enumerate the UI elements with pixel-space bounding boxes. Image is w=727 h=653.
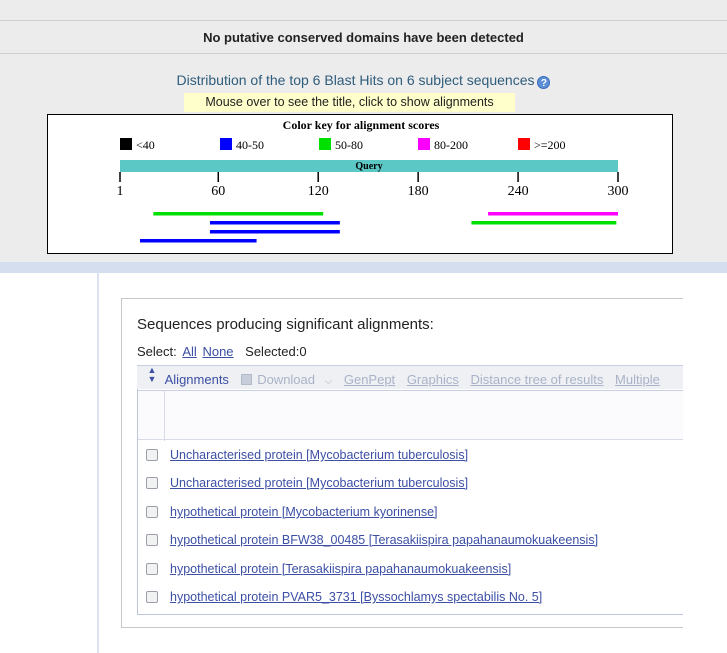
row-checkbox[interactable] bbox=[146, 591, 158, 603]
hit-segment bbox=[488, 212, 618, 216]
select-row: Select: All None Selected:0 bbox=[137, 344, 307, 359]
axis-tick-label: 60 bbox=[211, 184, 225, 199]
row-description-link[interactable]: hypothetical protein [Mycobacterium kyor… bbox=[170, 501, 438, 523]
divider bbox=[0, 20, 727, 21]
hit-segment bbox=[139, 239, 257, 243]
hit-segment bbox=[209, 230, 340, 234]
divider bbox=[0, 53, 727, 54]
cdd-message: No putative conserved domains have been … bbox=[203, 30, 524, 45]
color-key-swatch bbox=[319, 138, 331, 150]
query-label: Query bbox=[355, 161, 382, 172]
table-row: hypothetical protein [Mycobacterium kyor… bbox=[138, 501, 698, 523]
row-description-link[interactable]: hypothetical protein [Terasakiispira pap… bbox=[170, 558, 511, 580]
distribution-title-text: Distribution of the top 6 Blast Hits on … bbox=[176, 72, 535, 88]
viewport-edge bbox=[683, 273, 727, 653]
color-key-label: 50-80 bbox=[335, 138, 363, 152]
descriptions-title: Sequences producing significant alignmen… bbox=[137, 316, 434, 333]
mouse-over-hint: Mouse over to see the title, click to sh… bbox=[184, 93, 515, 112]
selected-count: Selected:0 bbox=[245, 344, 307, 359]
download-button[interactable]: Download bbox=[257, 368, 315, 389]
help-icon[interactable]: ? bbox=[537, 76, 551, 89]
graphics-link[interactable]: Graphics bbox=[407, 368, 459, 389]
axis-tick-label: 120 bbox=[308, 184, 329, 199]
row-checkbox[interactable] bbox=[146, 534, 158, 546]
color-key-label: 40-50 bbox=[236, 138, 264, 152]
descriptions-table: Uncharacterised protein [Mycobacterium t… bbox=[137, 389, 698, 615]
side-border bbox=[97, 273, 99, 653]
hit-segment bbox=[153, 212, 324, 216]
select-label: Select: bbox=[137, 344, 177, 359]
row-checkbox[interactable] bbox=[146, 563, 158, 575]
color-key-swatch bbox=[220, 138, 232, 150]
section-divider-band bbox=[0, 262, 727, 273]
table-header bbox=[138, 390, 698, 441]
color-key-swatch bbox=[418, 138, 430, 150]
hit-segment bbox=[209, 221, 340, 225]
table-row: Uncharacterised protein [Mycobacterium t… bbox=[138, 444, 698, 466]
row-description-link[interactable]: Uncharacterised protein [Mycobacterium t… bbox=[170, 472, 468, 494]
color-key-label: <40 bbox=[136, 138, 155, 152]
header-divider bbox=[164, 391, 165, 441]
distribution-title: Distribution of the top 6 Blast Hits on … bbox=[0, 72, 727, 89]
hit-distribution-graphic[interactable]: Color key for alignment scores <40 40-50 50… bbox=[47, 114, 673, 254]
row-description-link[interactable]: hypothetical protein PVAR5_3731 [Byssoch… bbox=[170, 586, 542, 608]
hit-distribution-svg[interactable]: Color key for alignment scores <40 40-50 50… bbox=[48, 115, 674, 255]
row-description-link[interactable]: Uncharacterised protein [Mycobacterium t… bbox=[170, 444, 468, 466]
color-key-title: Color key for alignment scores bbox=[283, 118, 440, 132]
color-key-swatch bbox=[120, 138, 132, 150]
hit-segment bbox=[471, 221, 617, 225]
row-checkbox[interactable] bbox=[146, 506, 158, 518]
select-all-link[interactable]: All bbox=[182, 344, 196, 359]
color-key-label: >=200 bbox=[534, 138, 566, 152]
download-icon bbox=[240, 374, 252, 385]
table-row: hypothetical protein [Terasakiispira pap… bbox=[138, 558, 698, 580]
genpept-link[interactable]: GenPept bbox=[344, 368, 395, 389]
axis-tick-label: 240 bbox=[508, 184, 529, 199]
table-row: hypothetical protein PVAR5_3731 [Byssoch… bbox=[138, 586, 698, 608]
table-row: Uncharacterised protein [Mycobacterium t… bbox=[138, 472, 698, 494]
axis-tick-label: 300 bbox=[608, 184, 629, 199]
sort-icon[interactable]: ▲ ▼ bbox=[145, 366, 159, 384]
row-checkbox[interactable] bbox=[146, 477, 158, 489]
table-row: hypothetical protein BFW38_00485 [Terasa… bbox=[138, 529, 698, 551]
row-checkbox[interactable] bbox=[146, 449, 158, 461]
select-none-link[interactable]: None bbox=[202, 344, 233, 359]
color-key-swatch bbox=[518, 138, 530, 150]
color-key-label: 80-200 bbox=[434, 138, 468, 152]
distance-tree-link[interactable]: Distance tree of results bbox=[470, 368, 603, 389]
row-description-link[interactable]: hypothetical protein BFW38_00485 [Terasa… bbox=[170, 529, 598, 551]
chevron-down-icon[interactable]: ⌵ bbox=[325, 370, 333, 389]
axis-tick-label: 180 bbox=[408, 184, 429, 199]
axis-tick-label: 1 bbox=[117, 184, 124, 199]
multiple-alignment-link[interactable]: Multiple bbox=[615, 368, 660, 389]
alignments-button[interactable]: Alignments bbox=[165, 368, 229, 389]
descriptions-toolbar: ▲ ▼ Alignments Download ⌵ GenPept Graphic… bbox=[137, 365, 697, 389]
